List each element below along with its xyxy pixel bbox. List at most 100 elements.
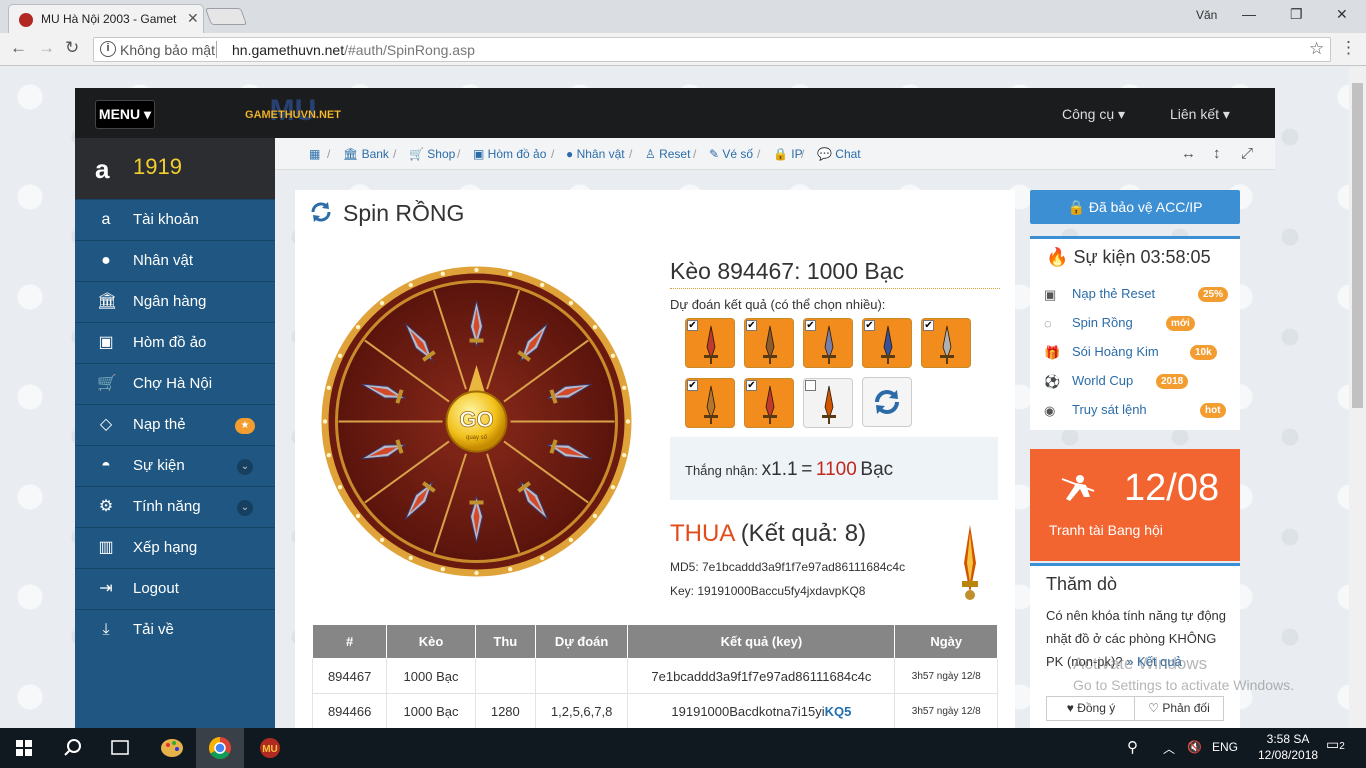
search-icon[interactable] xyxy=(48,728,96,768)
close-window-icon[interactable]: ✕ xyxy=(1336,6,1348,23)
calendar-icon[interactable]: ▦ xyxy=(309,147,320,161)
sidebar-item[interactable]: ● Nhân vật xyxy=(75,240,275,280)
sidebar-item[interactable]: ⚙ Tính năng ⌄ xyxy=(75,486,275,526)
breadcrumb-reset[interactable]: ♙ Reset xyxy=(645,147,690,161)
sidebar-item-label: Chợ Hà Nội xyxy=(133,375,213,392)
sidebar-item[interactable]: ◓ Sự kiện ⌄ xyxy=(75,445,275,485)
table-header-cell[interactable]: Ngày xyxy=(894,624,998,659)
breadcrumb-ip[interactable]: 🔒 IP xyxy=(773,147,803,161)
tools-dropdown[interactable]: Công cụ ▾ xyxy=(1062,106,1125,123)
event-item[interactable]: 🎁 Sói Hoàng Kim 10k xyxy=(1044,344,1234,362)
chevron-down-icon[interactable]: ⌄ xyxy=(237,500,253,516)
chevron-down-icon[interactable]: ⌄ xyxy=(237,459,253,475)
minimize-icon[interactable]: — xyxy=(1242,6,1256,22)
browser-menu-icon[interactable]: ⋮ xyxy=(1340,38,1357,58)
notification-icon[interactable]: ▭2 xyxy=(1326,736,1345,753)
checkbox[interactable]: ✔ xyxy=(687,320,698,331)
checkbox[interactable]: ✔ xyxy=(746,320,757,331)
tray-chevron-icon[interactable]: ︿ xyxy=(1163,740,1175,757)
sidebar-item[interactable]: ⤓ Tải về xyxy=(75,609,275,649)
sidebar-item-label: Ngân hàng xyxy=(133,293,207,310)
links-dropdown[interactable]: Liên kết ▾ xyxy=(1170,106,1230,123)
info-icon[interactable]: i xyxy=(100,41,116,57)
clock-date: 12/08/2018 xyxy=(1258,748,1319,762)
checkbox[interactable]: ✔ xyxy=(864,320,875,331)
poll-agree-button[interactable]: ♥ Đồng ý xyxy=(1046,696,1136,721)
site-logo[interactable]: MU GAMETHUVN.NET xyxy=(233,96,353,128)
promo-banner[interactable]: 12/08 Tranh tài Bang hội xyxy=(1030,449,1240,561)
table-header-cell[interactable]: Kết quả (key) xyxy=(627,624,896,659)
checkbox[interactable]: ✔ xyxy=(805,320,816,331)
breadcrumb-veso[interactable]: ✎ Vé số xyxy=(709,147,753,161)
checkbox[interactable] xyxy=(805,380,816,391)
logo-text: GAMETHUVN.NET xyxy=(245,109,341,121)
breadcrumb-bank[interactable]: 🏛 Bank xyxy=(343,147,389,161)
breadcrumb-nhanvat[interactable]: ● Nhân vật xyxy=(566,147,625,161)
breadcrumb-homdo[interactable]: ▣ Hòm đồ ảo xyxy=(473,147,546,161)
breadcrumb-shop[interactable]: 🛒 Shop xyxy=(409,147,455,161)
mu-app-icon[interactable]: MU xyxy=(246,728,294,768)
prediction-option[interactable]: ✔ xyxy=(744,378,794,428)
event-item[interactable]: ⚽ World Cup 2018 xyxy=(1044,373,1234,391)
new-tab-button[interactable] xyxy=(204,8,248,25)
sidebar-item[interactable]: ▥ Xếp hạng xyxy=(75,527,275,567)
profile-name[interactable]: Văn xyxy=(1196,8,1217,22)
prediction-option[interactable]: ✔ xyxy=(685,378,735,428)
table-header-cell[interactable]: Kèo xyxy=(386,624,476,659)
checkbox[interactable]: ✔ xyxy=(687,380,698,391)
language-indicator[interactable]: ENG xyxy=(1212,740,1238,754)
clock[interactable]: 3:58 SA 12/08/2018 xyxy=(1258,732,1318,762)
weapon-icon xyxy=(698,385,724,425)
prediction-option[interactable] xyxy=(803,378,853,428)
event-item[interactable]: ◉ Truy sát lệnh hot xyxy=(1044,402,1234,420)
result-key-highlight[interactable]: KQ5 xyxy=(825,704,852,719)
width-toggle-icon[interactable]: ↔ xyxy=(1181,145,1196,162)
paint-app-icon[interactable] xyxy=(148,728,196,768)
reset-picks-button[interactable] xyxy=(862,377,912,427)
people-icon[interactable]: ⚲ xyxy=(1127,738,1138,756)
sidebar-item[interactable]: a Tài khoản xyxy=(75,199,275,239)
table-header-cell[interactable]: Thu xyxy=(474,624,536,659)
reload-icon[interactable]: ↻ xyxy=(65,38,79,58)
table-header-cell[interactable]: # xyxy=(311,624,388,659)
browser-tab[interactable]: MU Hà Nội 2003 - Gamet ✕ xyxy=(8,4,204,33)
event-item[interactable]: ▣ Nạp thẻ Reset 25% xyxy=(1044,286,1234,304)
checkbox[interactable]: ✔ xyxy=(746,380,757,391)
url-text[interactable]: hn.gamethuvn.net/#auth/SpinRong.asp xyxy=(232,42,475,58)
protect-button[interactable]: 🔒 Đã bảo vệ ACC/IP xyxy=(1030,190,1240,224)
sidebar-item[interactable]: ▣ Hòm đồ ảo xyxy=(75,322,275,362)
sidebar-item[interactable]: 🛒 Chợ Hà Nội xyxy=(75,363,275,403)
spin-wheel[interactable]: GO quay số xyxy=(320,265,633,578)
prediction-option[interactable]: ✔ xyxy=(685,318,735,368)
fullscreen-icon[interactable]: ⤢ xyxy=(1241,145,1253,162)
menu-button[interactable]: MENU ▾ xyxy=(95,100,155,129)
page-scrollbar[interactable] xyxy=(1349,67,1366,728)
forward-icon[interactable]: → xyxy=(38,38,55,58)
sidebar-item[interactable]: ◇ Nạp thẻ ★ xyxy=(75,404,275,444)
restore-icon[interactable]: ❐ xyxy=(1290,6,1303,23)
height-toggle-icon[interactable]: ↕ xyxy=(1213,145,1221,162)
weapon-icon xyxy=(816,325,842,365)
chrome-app-icon[interactable] xyxy=(196,728,244,768)
prediction-option[interactable]: ✔ xyxy=(803,318,853,368)
prediction-option[interactable]: ✔ xyxy=(744,318,794,368)
sidebar-item[interactable]: ⇥ Logout xyxy=(75,568,275,608)
breadcrumb-chat[interactable]: 💬 Chat xyxy=(817,147,861,161)
sidebar-item[interactable]: 🏛 Ngân hàng xyxy=(75,281,275,321)
spinner-icon: ◌ xyxy=(1044,316,1052,331)
volume-icon[interactable]: 🔇 xyxy=(1187,740,1202,754)
prediction-option[interactable]: ✔ xyxy=(862,318,912,368)
poll-disagree-button[interactable]: ♡ Phản đối xyxy=(1134,696,1224,721)
close-tab-icon[interactable]: ✕ xyxy=(187,10,199,27)
checkbox[interactable]: ✔ xyxy=(923,320,934,331)
omnibox[interactable]: i Không bảo mật hn.gamethuvn.net/#auth/S… xyxy=(93,37,1331,62)
back-icon[interactable]: ← xyxy=(10,38,27,58)
start-button[interactable] xyxy=(0,728,48,768)
task-view-icon[interactable] xyxy=(96,728,144,768)
scrollbar-thumb[interactable] xyxy=(1352,83,1363,408)
bookmark-star-icon[interactable]: ☆ xyxy=(1309,39,1324,59)
table-header-cell[interactable]: Dự đoán xyxy=(534,624,629,659)
win-amount: 1100 xyxy=(815,459,857,480)
prediction-option[interactable]: ✔ xyxy=(921,318,971,368)
event-item[interactable]: ◌ Spin Rồng mới xyxy=(1044,315,1234,333)
